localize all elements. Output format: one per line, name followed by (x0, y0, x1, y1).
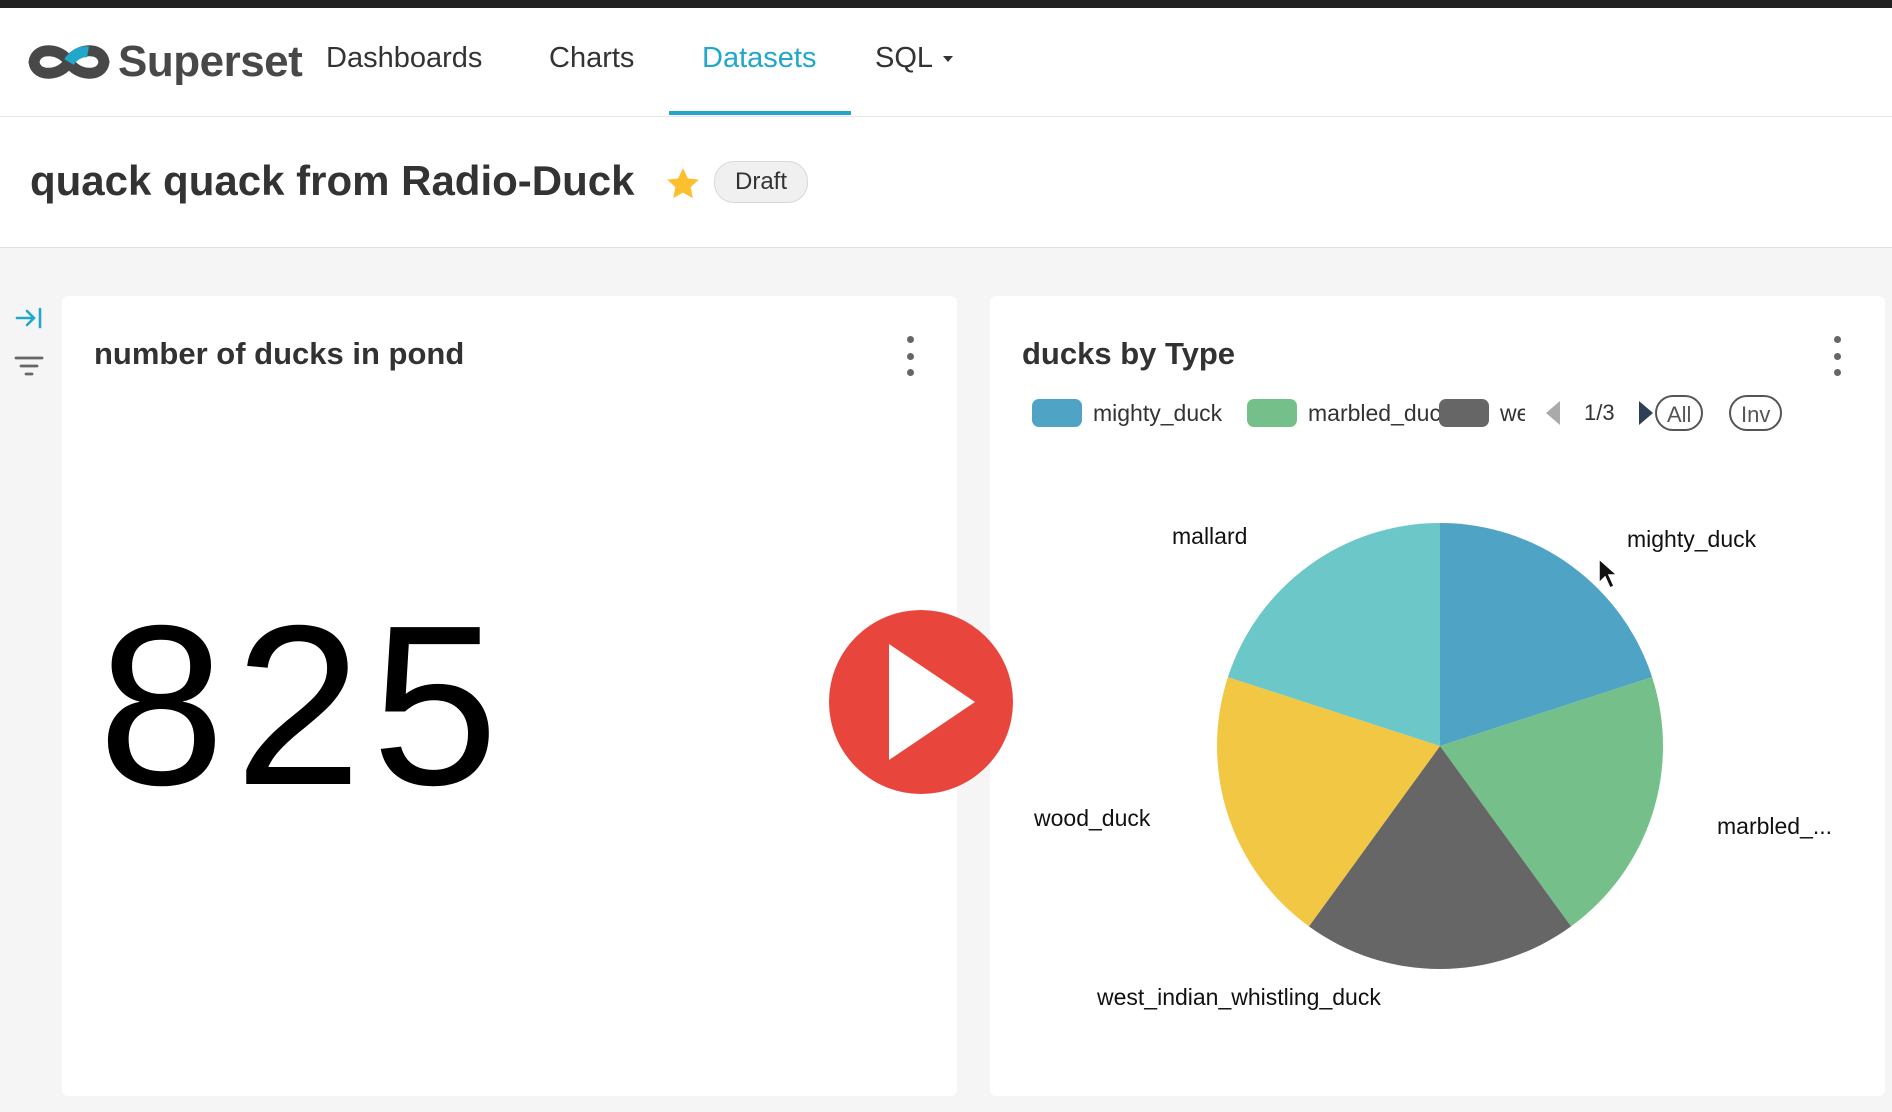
play-button-icon[interactable] (829, 610, 1013, 794)
chevron-down-icon (943, 56, 954, 63)
mouse-cursor-icon (1598, 557, 1619, 590)
pie-label-west-indian-whistling-duck: west_indian_whistling_duck (1097, 984, 1381, 1010)
dashboard-header: quack quack from Radio-Duck Draft (0, 117, 1892, 248)
nav-sql[interactable]: SQL (875, 42, 954, 75)
pie-chart (1217, 523, 1663, 969)
expand-right-icon[interactable] (14, 305, 44, 331)
more-options-icon[interactable] (904, 336, 916, 376)
app-name: Superset (118, 37, 303, 86)
window-top-border (0, 0, 1892, 8)
filter-icon[interactable] (14, 353, 44, 381)
star-icon[interactable] (663, 164, 703, 204)
chart-card-big-number: number of ducks in pond 825 (62, 296, 957, 1096)
page-title: quack quack from Radio-Duck (30, 157, 635, 204)
superset-logo[interactable]: Superset (28, 32, 303, 92)
pie-label-wood-duck: wood_duck (1034, 805, 1151, 831)
pie-label-mallard: mallard (1172, 523, 1248, 549)
superset-logo-icon (28, 45, 110, 79)
nav-datasets[interactable]: Datasets (702, 42, 816, 75)
top-navbar: Superset Dashboards Charts Datasets SQL (0, 8, 1892, 117)
pie-label-marbled-duck: marbled_... (1717, 813, 1833, 839)
active-tab-indicator (669, 111, 851, 115)
filter-sidebar-collapsed (14, 305, 48, 403)
big-number-value: 825 (98, 579, 509, 833)
pie-label-mighty-duck: mighty_duck (1627, 526, 1757, 552)
nav-sql-label: SQL (875, 42, 934, 74)
nav-charts[interactable]: Charts (549, 42, 634, 75)
status-badge[interactable]: Draft (714, 161, 809, 203)
nav-dashboards[interactable]: Dashboards (326, 42, 482, 75)
chart-card-pie: ducks by Type mighty_duck marbled_duck w… (990, 296, 1885, 1096)
card-title: number of ducks in pond (94, 336, 465, 371)
